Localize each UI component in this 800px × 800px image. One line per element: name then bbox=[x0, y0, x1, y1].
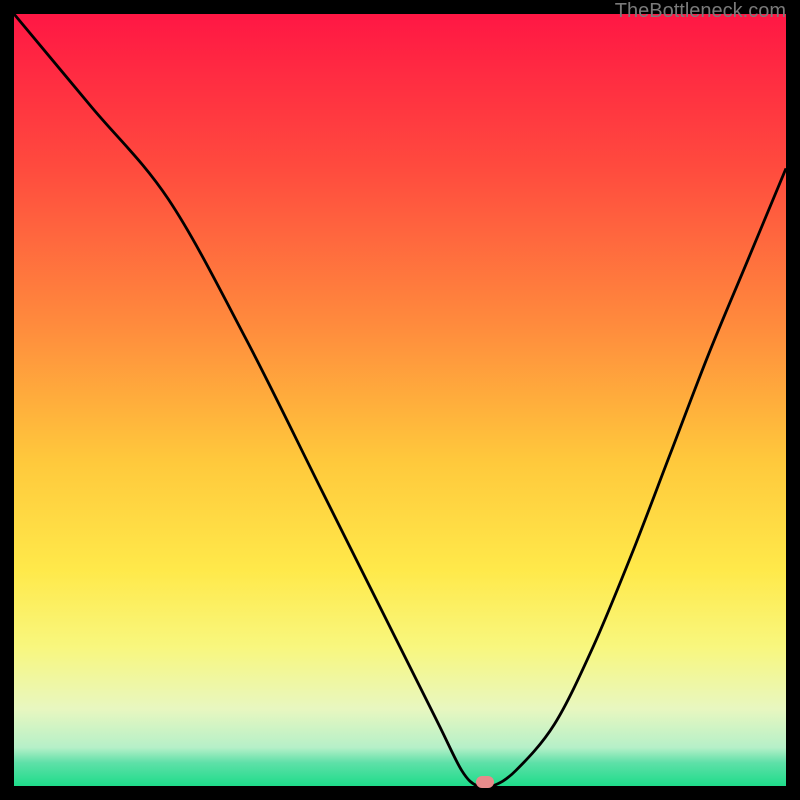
plot-area bbox=[14, 14, 786, 786]
watermark-text: TheBottleneck.com bbox=[615, 0, 786, 23]
gradient-background bbox=[14, 14, 786, 786]
bottleneck-chart: TheBottleneck.com bbox=[0, 0, 800, 800]
optimal-point-marker bbox=[476, 776, 494, 788]
